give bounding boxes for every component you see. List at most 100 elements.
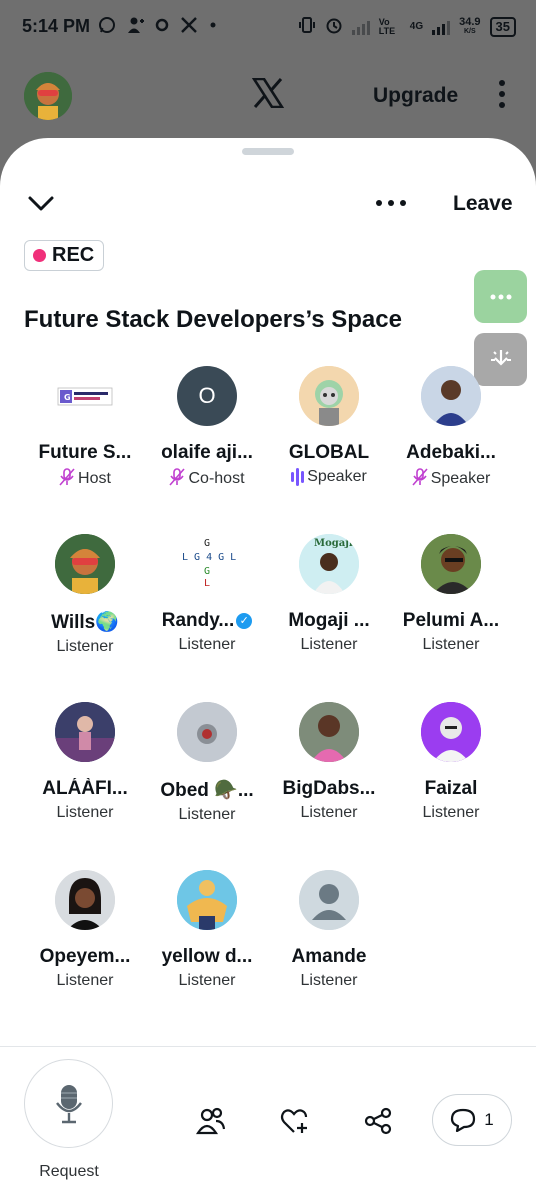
svg-text:G: G: [204, 538, 210, 549]
participant-avatar: [421, 702, 481, 762]
participant-avatar: [177, 702, 237, 762]
comment-icon: [451, 1108, 476, 1132]
participant-avatar: GL G 4 G LGL: [177, 534, 237, 594]
share-icon[interactable]: [361, 1104, 395, 1138]
participant-tile[interactable]: Faizal Listener: [390, 702, 512, 822]
participant-role: Listener: [178, 806, 236, 823]
floating-more-button[interactable]: [474, 270, 527, 323]
more-vertical-icon[interactable]: [497, 80, 507, 110]
participant-tile[interactable]: GLOBAL Speaker: [268, 366, 390, 486]
system-icons: Vo LTE 4G 34.9 K/S 35: [298, 16, 516, 37]
leave-button[interactable]: Leave: [453, 192, 513, 216]
participant-role: Listener: [300, 804, 358, 821]
participant-avatar: [177, 870, 237, 930]
svg-text:G: G: [64, 393, 71, 402]
participant-name: Mogaji ...: [288, 610, 370, 631]
participant-avatar: [299, 702, 359, 762]
participant-avatar: [299, 366, 359, 426]
status-time: 5:14 PM: [22, 16, 91, 36]
participant-role: Listener: [178, 636, 236, 653]
mic-off-icon: [412, 468, 428, 490]
participant-avatar: [55, 702, 115, 762]
network-type: 4G: [409, 21, 424, 32]
x-logo-icon: [180, 16, 198, 39]
participant-tile[interactable]: BigDabs... Listener: [268, 702, 390, 822]
participant-tile[interactable]: Opeyem... Listener: [24, 870, 146, 990]
notification-icons: [98, 16, 218, 39]
svg-text:L: L: [204, 578, 210, 589]
more-icon: [490, 294, 511, 299]
participant-role: Listener: [56, 804, 114, 821]
participant-role: Listener: [300, 636, 358, 653]
people-icon[interactable]: [194, 1104, 228, 1138]
comments-button[interactable]: 1: [432, 1094, 512, 1146]
x-logo-icon[interactable]: [251, 77, 285, 113]
avatar-initial: O: [198, 383, 216, 408]
participant-name: Obed 🪖...: [160, 780, 254, 801]
chevron-down-icon[interactable]: [26, 190, 56, 216]
participant-tile[interactable]: O olaife aji... Co-host: [146, 366, 268, 490]
participant-avatar: [421, 534, 481, 594]
participant-role: Listener: [56, 972, 114, 989]
mic-off-icon: [59, 468, 75, 490]
volte-label: Vo LTE: [378, 16, 396, 36]
participant-avatar: [55, 534, 115, 594]
participant-name: yellow d...: [161, 946, 253, 967]
more-icon[interactable]: [376, 200, 406, 206]
participant-name: BigDabs...: [282, 778, 376, 799]
participant-tile[interactable]: Amande Listener: [268, 870, 390, 990]
sheet-grabber[interactable]: [242, 148, 294, 155]
app-bar: Upgrade: [0, 56, 536, 140]
heart-add-icon[interactable]: [278, 1104, 312, 1138]
participant-tile[interactable]: Obed 🪖... Listener: [146, 702, 268, 824]
signal-2-icon: [432, 19, 451, 35]
participant-role: Listener: [422, 636, 480, 653]
participant-avatar: O: [177, 366, 237, 426]
request-label: Request: [39, 1163, 99, 1180]
space-sheet: Leave REC Future Stack Developers’s Spac…: [0, 138, 536, 1200]
participant-role: Speaker: [268, 468, 390, 486]
participant-role: Listener: [422, 804, 480, 821]
participant-tile[interactable]: yellow d... Listener: [146, 870, 268, 990]
upgrade-button[interactable]: Upgrade: [373, 84, 458, 108]
request-mic-button[interactable]: [24, 1059, 113, 1148]
participant-name: Faizal: [424, 778, 478, 799]
participant-name: Pelumi A...: [402, 610, 500, 631]
svg-text:Mogaji: Mogaji: [314, 538, 353, 549]
rec-label: REC: [52, 244, 95, 266]
microphone-icon: [55, 1084, 82, 1123]
network-speed: 34.9 K/S: [459, 15, 481, 35]
alarm-icon: [325, 16, 343, 37]
participant-name: ALÁÀFI...: [42, 778, 128, 799]
participant-tile[interactable]: Mogaji Mogaji ... Listener: [268, 534, 390, 654]
participant-role: Listener: [300, 972, 358, 989]
svg-text:L G 4 G L: L G 4 G L: [182, 552, 236, 563]
participant-tile[interactable]: Pelumi A... Listener: [390, 534, 512, 654]
mic-off-icon: [169, 468, 186, 490]
participant-tile[interactable]: Wills🌍 Listener: [24, 534, 146, 656]
svg-text:G: G: [204, 566, 210, 577]
add-user-icon: [126, 16, 144, 39]
status-bar: 5:14 PM Vo LTE 4G 34.9 K/S 35: [0, 0, 536, 56]
participant-name: Randy... ✓: [146, 610, 268, 632]
space-title: Future Stack Developers’s Space: [24, 306, 402, 333]
rec-dot-icon: [33, 249, 46, 262]
participant-tile[interactable]: G Future S... Host: [24, 366, 146, 490]
participant-role: Co-host: [146, 468, 268, 490]
participant-name: Adebaki...: [406, 442, 496, 463]
participant-role: Listener: [178, 972, 236, 989]
participant-tile[interactable]: GL G 4 G LGL Randy... ✓ Listener: [146, 534, 268, 654]
participant-avatar: [421, 366, 481, 426]
participant-name: Future S...: [38, 442, 132, 463]
whatsapp-icon: [98, 16, 116, 39]
profile-avatar[interactable]: [24, 72, 72, 120]
verified-badge-icon: ✓: [236, 613, 253, 629]
participant-tile[interactable]: Adebaki... Speaker: [390, 366, 512, 490]
battery-indicator: 35: [489, 16, 516, 37]
participant-avatar: [55, 870, 115, 930]
participant-name: Opeyem...: [39, 946, 131, 967]
speaking-wave-icon: [291, 468, 305, 486]
participant-tile[interactable]: ALÁÀFI... Listener: [24, 702, 146, 822]
bottom-divider: [0, 1046, 536, 1047]
participant-role: Listener: [56, 638, 114, 655]
